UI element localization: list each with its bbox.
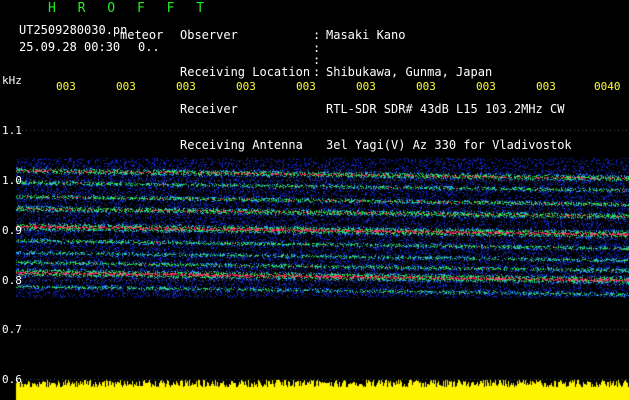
observer-value: Masaki Kano — [326, 28, 406, 43]
time-tick: 0040 — [594, 80, 621, 93]
freq-tick-label: 1.0 — [2, 174, 22, 187]
freq-tick-label: 0.6 — [2, 373, 22, 386]
time-tick: 003 — [296, 80, 316, 93]
freq-tick-label: 1.1 — [2, 124, 22, 137]
antenna-value: 3el Yagi(V) Az 330 for Vladivostok — [326, 138, 572, 153]
receiver-label: Receiver — [180, 101, 238, 116]
observer-label: Observer — [180, 28, 238, 43]
time-tick: 003 — [56, 80, 76, 93]
frequency-unit-label: kHz — [2, 74, 22, 87]
time-tick: 003 — [176, 80, 196, 93]
time-tick: 003 — [236, 80, 256, 93]
receiver-value: RTL-SDR SDR# 43dB L15 103.2MHz CW — [326, 101, 565, 116]
time-tick: 003 — [476, 80, 496, 93]
time-tick: 003 — [356, 80, 376, 93]
location-label: Receiving Location — [180, 65, 311, 79]
time-tick: 003 — [116, 80, 136, 93]
antenna-label: Receiving Antenna — [180, 138, 303, 153]
meteor-count: 0.. — [138, 40, 160, 54]
date-time: 25.09.28 00:30 — [19, 40, 121, 54]
freq-tick-label: 0.8 — [2, 274, 22, 287]
file-name: UT2509280030.pn — [19, 23, 128, 37]
time-tick: 003 — [536, 80, 556, 93]
time-tick: 003 — [416, 80, 436, 93]
freq-tick-label: 0.9 — [2, 224, 22, 237]
freq-tick-label: 0.7 — [2, 323, 22, 336]
location-value: Shibukawa, Gunma, Japan — [326, 65, 493, 79]
